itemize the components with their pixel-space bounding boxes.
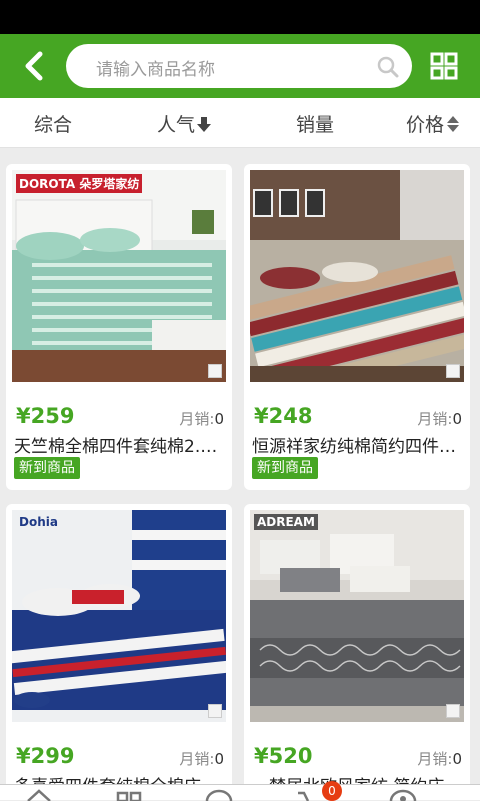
sort-price[interactable]: 价格 xyxy=(406,110,460,137)
monthly-sales: 月销:0 xyxy=(179,748,224,769)
zoom-icon[interactable] xyxy=(446,704,460,718)
product-image: Dohia xyxy=(12,510,226,722)
brand-logo: Dohia xyxy=(19,515,58,529)
product-card[interactable]: ¥248 月销:0 恒源祥家纺纯棉简约四件套床上用品 新到商品 xyxy=(244,164,470,490)
chat-icon[interactable] xyxy=(204,787,234,801)
status-bar xyxy=(0,0,480,34)
product-card[interactable]: DOROTA 朵罗塔家纺 ¥259 月销:0 天竺棉全棉四件套纯棉2.0米床单床… xyxy=(6,164,232,490)
header-bar: 请输入商品名称 xyxy=(0,34,480,98)
sort-popularity[interactable]: 人气 xyxy=(157,110,212,137)
product-card[interactable]: ADREAM ¥520 月销:0 一梦居北欧风家纺 简约床上四件套 xyxy=(244,504,470,784)
product-name: 一梦居北欧风家纺 简约床上四件套 xyxy=(252,772,464,784)
monthly-sales-value: 0 xyxy=(452,410,462,428)
new-arrival-badge: 新到商品 xyxy=(252,457,318,479)
sort-label: 价格 xyxy=(406,114,445,136)
cart-count-badge: 0 xyxy=(322,781,342,801)
sort-label: 综合 xyxy=(34,114,73,136)
search-placeholder: 请输入商品名称 xyxy=(96,60,215,80)
brand-logo: ADREAM xyxy=(254,514,318,530)
brand-logo: DOROTA 朵罗塔家纺 xyxy=(16,174,143,193)
zoom-icon[interactable] xyxy=(208,364,222,378)
product-price: ¥259 xyxy=(16,404,75,428)
bottom-nav: 0 xyxy=(0,781,480,801)
zoom-icon[interactable] xyxy=(446,364,460,378)
home-icon[interactable] xyxy=(24,787,54,801)
monthly-sales-value: 0 xyxy=(214,410,224,428)
arrow-down-icon xyxy=(197,116,212,132)
category-icon[interactable] xyxy=(114,787,144,801)
sort-bar: 综合 人气 销量 价格 xyxy=(0,98,480,148)
monthly-sales-label: 月销: xyxy=(179,750,215,768)
sort-comprehensive[interactable]: 综合 xyxy=(34,110,72,137)
monthly-sales-label: 月销: xyxy=(417,750,453,768)
search-icon[interactable] xyxy=(376,55,400,79)
search-input[interactable]: 请输入商品名称 xyxy=(66,44,412,88)
sort-label: 销量 xyxy=(296,114,335,136)
monthly-sales: 月销:0 xyxy=(417,408,462,429)
monthly-sales-value: 0 xyxy=(452,750,462,768)
product-image: ADREAM xyxy=(250,510,464,722)
monthly-sales-label: 月销: xyxy=(417,410,453,428)
product-name: 天竺棉全棉四件套纯棉2.0米床单床笠 xyxy=(14,437,226,457)
product-price: ¥520 xyxy=(254,744,313,768)
back-button[interactable] xyxy=(14,48,54,84)
sort-label: 人气 xyxy=(157,114,196,136)
grid-view-button[interactable] xyxy=(426,50,462,82)
monthly-sales: 月销:0 xyxy=(179,408,224,429)
product-grid: DOROTA 朵罗塔家纺 ¥259 月销:0 天竺棉全棉四件套纯棉2.0米床单床… xyxy=(0,148,480,784)
product-card[interactable]: Dohia ¥299 月销:0 多喜爱四件套纯棉全棉床上用品 xyxy=(6,504,232,784)
zoom-icon[interactable] xyxy=(208,704,222,718)
chevron-left-icon xyxy=(25,51,43,81)
monthly-sales-value: 0 xyxy=(214,750,224,768)
product-price: ¥299 xyxy=(16,744,75,768)
monthly-sales: 月销:0 xyxy=(417,748,462,769)
sort-sales[interactable]: 销量 xyxy=(296,110,334,137)
product-image: DOROTA 朵罗塔家纺 xyxy=(12,170,226,382)
product-image xyxy=(250,170,464,382)
grid-icon xyxy=(430,52,458,80)
product-price: ¥248 xyxy=(254,404,313,428)
monthly-sales-label: 月销: xyxy=(179,410,215,428)
user-icon[interactable] xyxy=(388,787,418,801)
new-arrival-badge: 新到商品 xyxy=(14,457,80,479)
sort-updown-icon xyxy=(447,115,460,132)
product-name: 多喜爱四件套纯棉全棉床上用品 xyxy=(14,772,226,784)
product-name: 恒源祥家纺纯棉简约四件套床上用品 xyxy=(252,437,464,457)
